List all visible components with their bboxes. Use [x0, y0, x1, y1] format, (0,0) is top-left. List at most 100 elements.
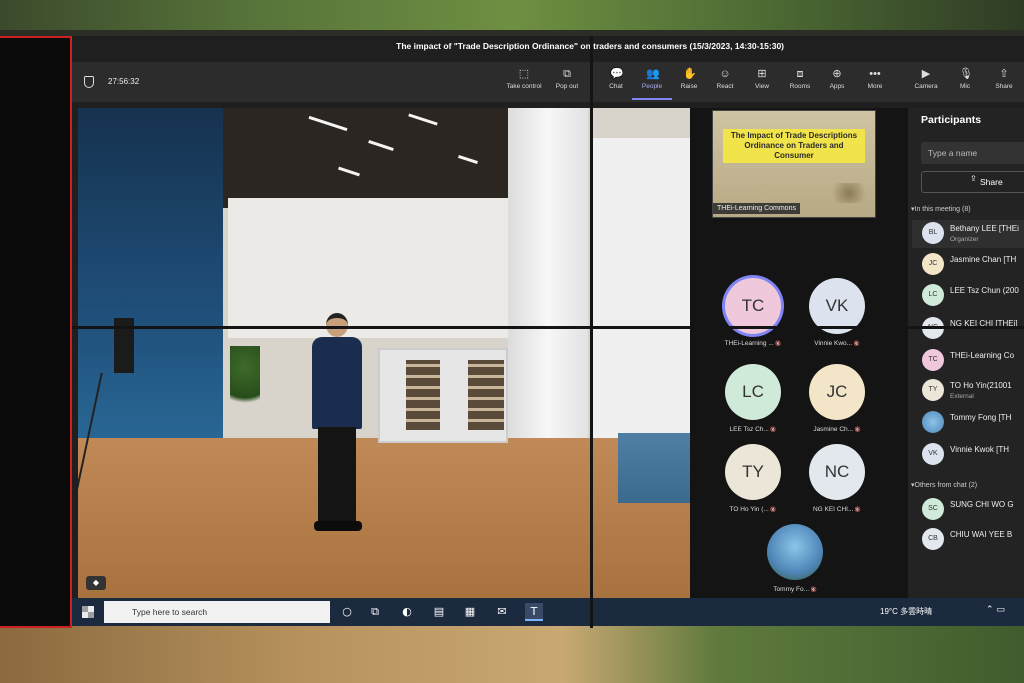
react-button[interactable]: ☺ React	[705, 68, 745, 100]
raise-hand-button[interactable]: ✋ Raise	[669, 68, 709, 100]
view-button[interactable]: ⊞ View	[742, 68, 782, 100]
participant-row[interactable]: Tommy Fong [TH	[912, 409, 1024, 437]
avatar: TY	[922, 379, 944, 401]
participant-row[interactable]: JC Jasmine Chan [TH	[912, 251, 1024, 279]
mic-off-icon: 🎙	[959, 68, 973, 80]
others-section-header[interactable]: Others from chat (2)	[911, 481, 978, 489]
share-invite-button[interactable]: Share	[921, 171, 1024, 193]
mail-icon[interactable]: ✉	[493, 603, 511, 621]
avatar: NC	[809, 444, 865, 500]
participant-tile-name: THEi-Learning ...	[710, 340, 796, 347]
take-control-button[interactable]: ⬚ Take control	[504, 68, 544, 100]
people-icon: 👥	[646, 68, 660, 80]
plus-icon: ⊕	[832, 68, 842, 80]
avatar: TY	[725, 444, 781, 500]
participant-row[interactable]: LC LEE Tsz Chun (200	[912, 282, 1024, 310]
rooms-button[interactable]: ⧈ Rooms	[780, 68, 820, 100]
white-pillar	[508, 108, 588, 478]
cursor-icon: ⬚	[518, 68, 530, 80]
participant-tile[interactable]: VK Vinnie Kwo...	[794, 278, 880, 366]
avatar: JC	[922, 253, 944, 275]
system-tray-chevron-icon[interactable]: ⌃ ▭	[986, 605, 1005, 615]
mic-button[interactable]: 🎙 Mic	[945, 68, 985, 100]
camera-icon: ▶	[921, 68, 931, 80]
participant-name: TO Ho Yin(21001	[950, 381, 1012, 390]
avatar: BL	[922, 222, 944, 244]
task-view-icon[interactable]: ⧉	[366, 603, 384, 621]
participant-tile[interactable]: NC NG KEI CHI...	[794, 444, 880, 532]
participant-tile[interactable]: LC LEE Tsz Ch...	[710, 364, 796, 452]
participant-row[interactable]: NC NG KEI CHI [THEi]	[912, 315, 1024, 343]
ceiling-light	[308, 115, 348, 132]
participant-row[interactable]: CB CHIU WAI YEE B	[912, 526, 1024, 554]
background-wall	[0, 620, 1024, 683]
avatar: LC	[922, 284, 944, 306]
grid-icon: ⊞	[757, 68, 767, 80]
avatar: JC	[809, 364, 865, 420]
participant-tiles: The Impact of Trade Descriptions Ordinan…	[690, 108, 908, 598]
meeting-toolbar: 27:56:32 ⬚ Take control ⧉ Pop out 💬 Chat 👥 P…	[72, 62, 1024, 102]
avatar: SC	[922, 498, 944, 520]
ceiling-light	[408, 113, 438, 126]
windows-start-icon[interactable]	[82, 606, 94, 618]
video-options-icon[interactable]: ◆	[86, 576, 106, 590]
presenter-head	[326, 313, 348, 337]
camera-button[interactable]: ▶ Camera	[906, 68, 946, 100]
presenter-jacket	[312, 337, 362, 429]
meeting-title: The impact of "Trade Description Ordinan…	[396, 41, 784, 51]
file-explorer-icon[interactable]: ▤	[430, 603, 448, 621]
participant-row[interactable]: BL Bethany LEE [THEi Organizer	[912, 220, 1024, 248]
ceiling-light	[368, 140, 394, 151]
monitor-seam-vertical	[590, 36, 593, 628]
avatar: CB	[922, 528, 944, 550]
participant-tile-name: Jasmine Ch...	[794, 426, 880, 433]
meeting-timer: 27:56:32	[108, 77, 140, 86]
share-button[interactable]: ⇧ Share	[984, 68, 1024, 100]
main-video-feed[interactable]: ◆	[78, 108, 690, 598]
in-meeting-section-header[interactable]: In this meeting (8)	[911, 205, 971, 213]
avatar: TC	[922, 349, 944, 371]
people-button[interactable]: 👥 People	[632, 68, 672, 100]
chat-icon: 💬	[610, 68, 624, 80]
pop-out-icon: ⧉	[563, 68, 571, 80]
presenter-shoes	[314, 521, 362, 531]
participant-role: Organizer	[950, 236, 979, 243]
monitor-seam-horizontal	[72, 326, 1024, 329]
chat-button[interactable]: 💬 Chat	[596, 68, 636, 100]
hand-icon: ✋	[683, 68, 697, 80]
weather-widget[interactable]: 19°C 多雲時晴	[880, 606, 932, 617]
edge-browser-icon[interactable]: ◐	[398, 603, 416, 621]
shared-slide-tile[interactable]: The Impact of Trade Descriptions Ordinan…	[712, 110, 876, 218]
participant-tile[interactable]: TY TO Ho Yin (...	[710, 444, 796, 532]
participant-search-input[interactable]: Type a name	[921, 142, 1024, 164]
participant-row[interactable]: TY TO Ho Yin(21001 External	[912, 377, 1024, 405]
pop-out-button[interactable]: ⧉ Pop out	[547, 68, 587, 100]
participant-row[interactable]: VK Vinnie Kwok [TH	[912, 441, 1024, 469]
presenter-trousers	[318, 427, 356, 525]
ellipsis-icon: •••	[869, 68, 881, 80]
participant-name: Jasmine Chan [TH	[950, 255, 1017, 264]
participants-title: Participants	[921, 114, 982, 126]
participant-tile-name: Vinnie Kwo...	[794, 340, 880, 347]
share-icon: ⇧	[999, 68, 1009, 80]
participant-name: Tommy Fong [TH	[950, 413, 1012, 422]
apps-button[interactable]: ⊕ Apps	[817, 68, 857, 100]
taskbar-search-input[interactable]: Type here to search	[104, 601, 330, 623]
teams-icon[interactable]: T	[525, 603, 543, 621]
participant-tile-name: Tommy Fo...	[752, 586, 838, 593]
participant-tile[interactable]: JC Jasmine Ch...	[794, 364, 880, 452]
right-wall	[593, 138, 690, 438]
participant-row[interactable]: TC THEi-Learning Co	[912, 347, 1024, 375]
microsoft-store-icon[interactable]: ▦	[461, 603, 479, 621]
participant-tile-name: TO Ho Yin (...	[710, 506, 796, 513]
slide-title: The Impact of Trade Descriptions Ordinan…	[723, 129, 865, 163]
participant-name: THEi-Learning Co	[950, 351, 1015, 360]
participant-name: Bethany LEE [THEi	[950, 224, 1019, 233]
participants-panel: Participants Type a name ⇪ Share In this…	[908, 108, 1024, 598]
cortana-icon[interactable]: ○	[338, 603, 356, 621]
participant-tile-name: LEE Tsz Ch...	[710, 426, 796, 433]
participant-row[interactable]: SC SUNG CHI WO G	[912, 496, 1024, 524]
slide-presenter-label: THEi-Learning Commons	[713, 203, 800, 214]
more-button[interactable]: ••• More	[855, 68, 895, 100]
participant-tile[interactable]: TC THEi-Learning ...	[710, 278, 796, 366]
